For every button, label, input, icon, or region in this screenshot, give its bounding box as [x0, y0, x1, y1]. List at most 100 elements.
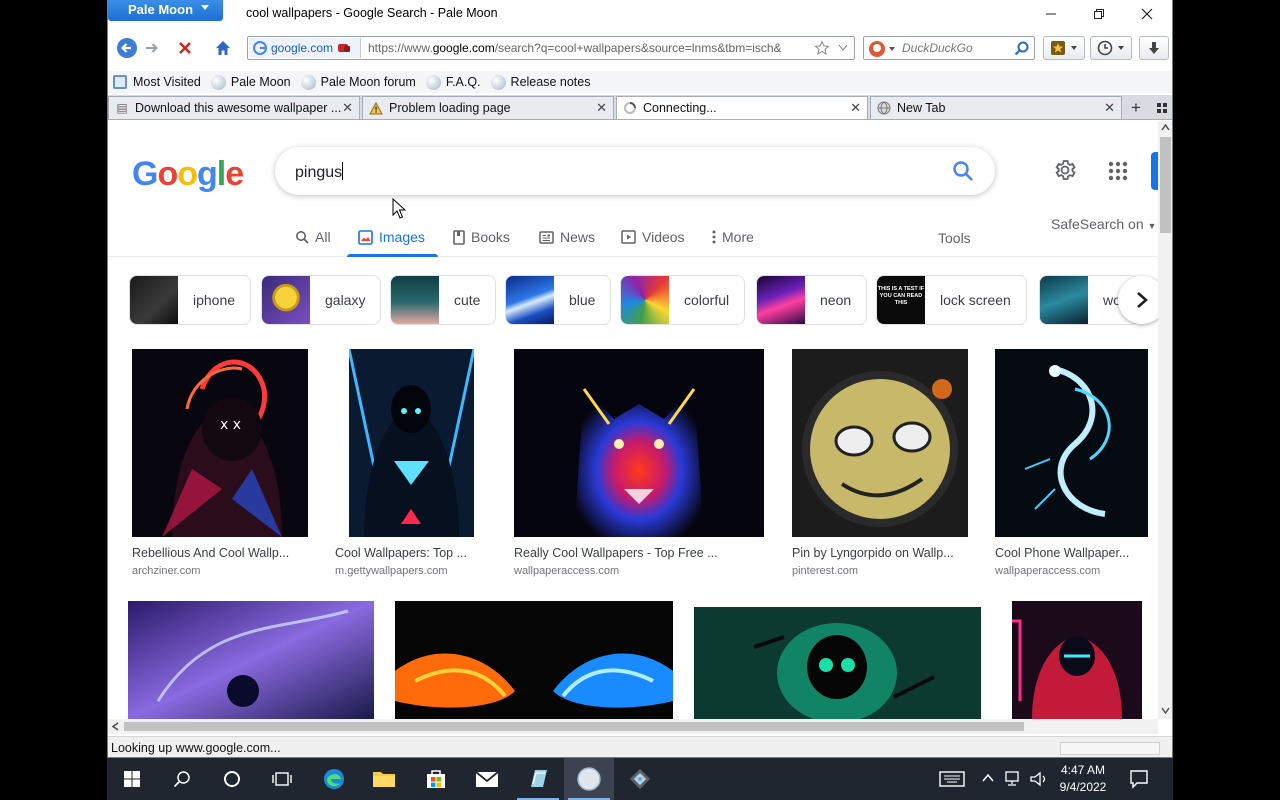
settings-gear-icon[interactable]	[1053, 158, 1077, 182]
tab-all[interactable]: All	[295, 225, 331, 249]
result-caption[interactable]: Cool Phone Wallpaper...	[995, 546, 1129, 560]
restore-button[interactable]	[1076, 0, 1122, 28]
result-image[interactable]	[792, 349, 968, 537]
network-icon[interactable]	[1004, 770, 1024, 788]
result-image[interactable]: x x	[132, 349, 308, 537]
file-explorer-app[interactable]	[359, 758, 409, 800]
site-identity-button[interactable]: google.com	[249, 38, 361, 58]
image-result[interactable]	[395, 601, 673, 719]
scroll-up-icon[interactable]	[1161, 124, 1170, 131]
chip-lock-screen[interactable]: THIS IS A TEST IF YOU CAN READ THIS lock…	[876, 275, 1027, 325]
forward-button[interactable]	[142, 36, 162, 60]
image-result[interactable]	[128, 601, 374, 719]
close-tab-icon[interactable]: ✕	[596, 100, 607, 116]
chip-cute[interactable]: cute	[390, 275, 497, 325]
scroll-left-icon[interactable]	[112, 722, 119, 731]
downloads-button[interactable]	[1139, 36, 1169, 60]
result-caption[interactable]: Really Cool Wallpapers - Top Free ...	[514, 546, 718, 560]
chips-next-button[interactable]	[1118, 276, 1158, 324]
bookmark-most-visited[interactable]: Most Visited	[112, 74, 201, 90]
history-button[interactable]	[1090, 36, 1132, 60]
pale-moon-app[interactable]	[564, 758, 614, 800]
tab-connecting[interactable]: Connecting... ✕	[616, 96, 868, 119]
vertical-scrollbar[interactable]	[1158, 121, 1172, 719]
url-text[interactable]: https://www.google.com/search?q=cool+wal…	[368, 41, 808, 55]
bookmark-faq[interactable]: F.A.Q.	[425, 74, 481, 90]
result-source[interactable]: archziner.com	[132, 565, 200, 577]
url-bar[interactable]: google.com https://www.google.com/search…	[247, 36, 855, 60]
cortana-button[interactable]	[207, 758, 257, 800]
search-input[interactable]: pingus	[295, 162, 343, 182]
scroll-thumb[interactable]	[124, 722, 1024, 731]
tab-books[interactable]: Books	[453, 225, 510, 249]
chip-galaxy[interactable]: galaxy	[261, 275, 382, 325]
store-app[interactable]	[411, 758, 461, 800]
search-icon[interactable]	[1014, 41, 1029, 56]
close-window-button[interactable]	[1124, 0, 1170, 28]
chip-blue[interactable]: blue	[505, 275, 612, 325]
notifications-icon[interactable]	[1129, 769, 1149, 789]
start-button[interactable]	[107, 758, 157, 800]
volume-icon[interactable]	[1029, 770, 1049, 788]
result-image[interactable]	[995, 349, 1148, 537]
safesearch-button[interactable]: SafeSearch on ▼	[1051, 216, 1156, 232]
tab-new-tab[interactable]: New Tab ✕	[870, 96, 1122, 119]
new-tab-button[interactable]: +	[1124, 96, 1148, 119]
image-result[interactable]	[1012, 601, 1142, 719]
close-tab-icon[interactable]: ✕	[342, 100, 353, 116]
tools-button[interactable]: Tools	[938, 226, 971, 250]
sign-in-button[interactable]	[1151, 152, 1158, 190]
result-caption[interactable]: Pin by Lyngorpido on Wallp...	[792, 546, 954, 560]
task-view-button[interactable]	[257, 758, 307, 800]
tab-news[interactable]: News	[539, 225, 595, 249]
chip-iphone[interactable]: iphone	[129, 275, 252, 325]
apps-grid-icon[interactable]	[1108, 161, 1128, 181]
result-source[interactable]: pinterest.com	[792, 565, 858, 577]
notepad-app[interactable]	[513, 758, 563, 800]
tab-problem-loading[interactable]: Problem loading page ✕	[362, 96, 614, 119]
action-center-keyboard-icon[interactable]	[939, 770, 965, 788]
bookmark-pale-moon[interactable]: Pale Moon	[210, 74, 291, 90]
all-tabs-button[interactable]	[1152, 96, 1172, 119]
bookmark-release-notes[interactable]: Release notes	[490, 74, 590, 90]
bookmark-star-icon[interactable]	[814, 40, 830, 56]
scroll-down-icon[interactable]	[1161, 707, 1170, 714]
close-tab-icon[interactable]: ✕	[1104, 100, 1115, 116]
search-engine-dropdown-icon[interactable]	[888, 46, 896, 52]
chip-colorful[interactable]: colorful	[620, 275, 746, 325]
bookmark-pale-moon-forum[interactable]: Pale Moon forum	[300, 74, 416, 90]
close-tab-icon[interactable]: ✕	[850, 100, 861, 116]
system-clock[interactable]: 4:47 AM 9/4/2022	[1053, 762, 1113, 796]
chevron-up-icon[interactable]	[982, 773, 994, 783]
tab-videos[interactable]: Videos	[621, 225, 685, 249]
home-button[interactable]	[210, 36, 236, 60]
result-caption[interactable]: Cool Wallpapers: Top ...	[335, 546, 467, 560]
search-bar[interactable]: DuckDuckGo	[863, 36, 1035, 60]
app-pinned[interactable]	[615, 758, 665, 800]
tab-download-wallpaper[interactable]: ▤ Download this awesome wallpaper ... ✕	[108, 96, 360, 119]
edge-app[interactable]	[309, 758, 359, 800]
google-search-box[interactable]: pingus	[275, 147, 995, 195]
image-result[interactable]	[694, 607, 981, 719]
google-logo[interactable]: Google	[132, 155, 244, 194]
chip-neon[interactable]: neon	[756, 275, 868, 325]
app-menu-button[interactable]: Pale Moon	[108, 0, 223, 21]
result-source[interactable]: m.gettywallpapers.com	[335, 565, 448, 577]
result-caption[interactable]: Rebellious And Cool Wallp...	[132, 546, 289, 560]
search-icon[interactable]	[951, 159, 975, 183]
stop-button[interactable]	[172, 36, 198, 60]
mail-app[interactable]	[462, 758, 512, 800]
result-source[interactable]: wallpaperaccess.com	[995, 565, 1100, 577]
scroll-thumb[interactable]	[1160, 137, 1171, 233]
tab-more[interactable]: More	[712, 225, 754, 249]
result-image[interactable]	[349, 349, 474, 537]
bookmarks-menu-button[interactable]	[1043, 36, 1085, 60]
minimize-button[interactable]	[1028, 0, 1074, 28]
search-button[interactable]	[157, 758, 207, 800]
url-dropdown-icon[interactable]	[838, 44, 848, 52]
horizontal-scrollbar[interactable]	[108, 719, 1158, 734]
tab-images[interactable]: Images	[358, 225, 425, 249]
back-button[interactable]	[114, 36, 140, 60]
result-source[interactable]: wallpaperaccess.com	[514, 565, 619, 577]
result-image[interactable]	[514, 349, 764, 537]
